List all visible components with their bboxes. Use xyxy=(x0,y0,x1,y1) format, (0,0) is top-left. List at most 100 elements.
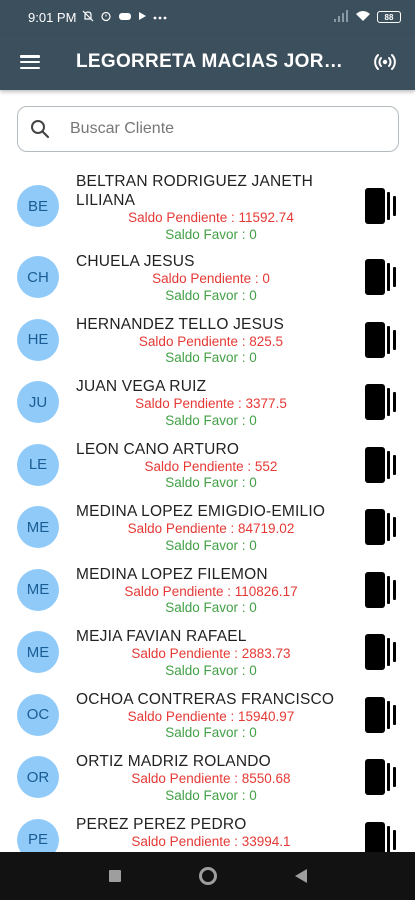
recents-button[interactable] xyxy=(108,870,121,882)
contact-action-icon[interactable] xyxy=(363,382,399,422)
saldo-pendiente: Saldo Pendiente : 552 xyxy=(76,459,346,476)
client-name: JUAN VEGA RUIZ xyxy=(76,378,207,395)
status-left: 9:01 PM xyxy=(28,10,333,25)
page-title: LEGORRETA MACIAS JORGE... xyxy=(76,51,355,72)
client-row[interactable]: OR ORTIZ MADRIZ ROLANDO Saldo Pendiente : … xyxy=(0,746,415,809)
saldo-favor: Saldo Favor : 0 xyxy=(76,788,346,805)
game-icon xyxy=(118,11,132,24)
home-button[interactable] xyxy=(198,867,217,885)
saldo-favor: Saldo Favor : 0 xyxy=(76,227,346,244)
saldo-pendiente-value: 8550.68 xyxy=(241,771,291,786)
contact-action-icon[interactable] xyxy=(363,757,399,797)
client-avatar: CH xyxy=(17,256,59,299)
saldo-pendiente-label: Saldo Pendiente : xyxy=(131,833,238,849)
contact-action-icon[interactable] xyxy=(363,445,399,485)
search-bar[interactable] xyxy=(17,106,399,152)
client-info: HERNANDEZ TELLO JESUS Saldo Pendiente : 8… xyxy=(76,315,346,367)
saldo-favor-value: 0 xyxy=(249,725,257,740)
saldo-favor-value: 0 xyxy=(249,537,257,553)
client-avatar: BE xyxy=(17,185,59,227)
saldo-favor-label: Saldo Favor : xyxy=(165,287,246,303)
contact-action-icon[interactable] xyxy=(363,632,399,672)
client-name: CHUELA JESUS xyxy=(76,253,195,270)
client-avatar: HE xyxy=(17,318,59,361)
battery-icon: 88 xyxy=(377,11,401,23)
client-avatar: JU xyxy=(17,381,59,424)
saldo-pendiente-value: 84719.02 xyxy=(238,521,295,536)
client-info: BELTRAN RODRIGUEZ JANETH LILIANA Saldo Pe… xyxy=(76,172,346,243)
client-info: MEJIA FAVIAN RAFAEL Saldo Pendiente : 288… xyxy=(76,627,346,679)
contact-action-icon[interactable] xyxy=(363,820,399,852)
search-input[interactable] xyxy=(62,120,398,138)
client-name: BELTRAN RODRIGUEZ JANETH LILIANA xyxy=(76,173,314,209)
saldo-pendiente-value: 825.5 xyxy=(249,333,284,349)
client-name: MEDINA LOPEZ EMIGDIO-EMILIO xyxy=(76,503,326,520)
saldo-favor-label: Saldo Favor : xyxy=(165,600,246,615)
mute-icon xyxy=(82,10,94,25)
menu-icon[interactable] xyxy=(0,34,60,90)
saldo-pendiente-value: 15940.97 xyxy=(238,708,295,724)
saldo-pendiente-value: 33994.1 xyxy=(241,833,291,849)
saldo-pendiente-label: Saldo Pendiente : xyxy=(131,771,238,786)
client-avatar: OR xyxy=(17,756,59,799)
client-avatar: ME xyxy=(17,506,59,549)
saldo-favor-value: 0 xyxy=(249,787,257,803)
saldo-favor-label: Saldo Favor : xyxy=(165,475,246,490)
client-row[interactable]: LE LEON CANO ARTURO Saldo Pendiente : 552 S… xyxy=(0,434,415,497)
saldo-pendiente: Saldo Pendiente : 110826.17 xyxy=(76,584,346,601)
client-row[interactable]: HE HERNANDEZ TELLO JESUS Saldo Pendiente :… xyxy=(0,309,415,372)
saldo-favor-value: 0 xyxy=(249,412,257,428)
client-row[interactable]: ME MEJIA FAVIAN RAFAEL Saldo Pendiente : 2… xyxy=(0,621,415,684)
saldo-favor-value: 0 xyxy=(249,600,257,615)
saldo-favor: Saldo Favor : 0 xyxy=(76,725,346,742)
saldo-pendiente: Saldo Pendiente : 84719.02 xyxy=(76,521,346,538)
saldo-pendiente-label: Saldo Pendiente : xyxy=(135,396,242,411)
client-name: MEDINA LOPEZ FILEMON xyxy=(76,565,268,583)
client-row[interactable]: ME MEDINA LOPEZ EMIGDIO-EMILIO Saldo Pendi… xyxy=(0,496,415,559)
saldo-pendiente-label: Saldo Pendiente : xyxy=(124,583,231,599)
contact-action-icon[interactable] xyxy=(363,257,399,297)
saldo-favor-value: 0 xyxy=(249,226,257,242)
client-row[interactable]: OC OCHOA CONTRERAS FRANCISCO Saldo Pendien… xyxy=(0,684,415,747)
saldo-pendiente: Saldo Pendiente : 0 xyxy=(76,271,346,288)
client-row[interactable]: JU JUAN VEGA RUIZ Saldo Pendiente : 3377.5… xyxy=(0,371,415,434)
saldo-favor-value: 0 xyxy=(249,475,257,490)
broadcast-icon[interactable] xyxy=(355,34,415,90)
saldo-pendiente-label: Saldo Pendiente : xyxy=(144,458,252,474)
saldo-favor: Saldo Favor : 0 xyxy=(76,475,346,492)
search-icon xyxy=(18,119,62,139)
client-info: CHUELA JESUS Saldo Pendiente : 0 Saldo Fav… xyxy=(76,252,346,304)
contact-action-icon[interactable] xyxy=(363,507,399,547)
more-dots-icon xyxy=(153,11,167,23)
client-name: OCHOA CONTRERAS FRANCISCO xyxy=(76,690,335,708)
client-list[interactable]: BE BELTRAN RODRIGUEZ JANETH LILIANA Saldo … xyxy=(0,166,415,852)
client-info: ORTIZ MADRIZ ROLANDO Saldo Pendiente : 85… xyxy=(76,752,346,804)
saldo-favor-label: Saldo Favor : xyxy=(165,537,246,553)
wifi-icon xyxy=(355,10,371,25)
client-info: MEDINA LOPEZ FILEMON Saldo Pendiente : 11… xyxy=(76,565,346,617)
status-time: 9:01 PM xyxy=(28,9,77,25)
client-avatar: PE xyxy=(17,818,59,852)
saldo-pendiente: Saldo Pendiente : 15940.97 xyxy=(76,709,346,726)
saldo-pendiente: Saldo Pendiente : 33994.1 xyxy=(76,834,346,851)
saldo-pendiente: Saldo Pendiente : 825.5 xyxy=(76,334,346,351)
back-button[interactable] xyxy=(294,869,307,883)
contact-action-icon[interactable] xyxy=(363,186,399,226)
saldo-pendiente: Saldo Pendiente : 3377.5 xyxy=(76,396,346,413)
client-row[interactable]: PE PEREZ PEREZ PEDRO Saldo Pendiente : 339… xyxy=(0,809,415,852)
saldo-favor: Saldo Favor : 0 xyxy=(76,600,346,617)
saldo-pendiente: Saldo Pendiente : 11592.74 xyxy=(76,210,346,227)
saldo-favor: Saldo Favor : 0 xyxy=(76,288,346,305)
contact-action-icon[interactable] xyxy=(363,570,399,610)
saldo-pendiente-label: Saldo Pendiente : xyxy=(127,708,235,724)
saldo-pendiente-label: Saldo Pendiente : xyxy=(152,271,259,286)
client-row[interactable]: CH CHUELA JESUS Saldo Pendiente : 0 Saldo F… xyxy=(0,246,415,309)
client-row[interactable]: ME MEDINA LOPEZ FILEMON Saldo Pendiente : … xyxy=(0,559,415,622)
client-name: ORTIZ MADRIZ ROLANDO xyxy=(76,753,271,770)
contact-action-icon[interactable] xyxy=(363,320,399,360)
saldo-favor: Saldo Favor : 0 xyxy=(76,413,346,430)
client-info: MEDINA LOPEZ EMIGDIO-EMILIO Saldo Pendien… xyxy=(76,502,346,554)
client-row[interactable]: BE BELTRAN RODRIGUEZ JANETH LILIANA Saldo … xyxy=(0,166,415,246)
contact-action-icon[interactable] xyxy=(363,695,399,735)
system-nav-bar xyxy=(0,852,415,900)
